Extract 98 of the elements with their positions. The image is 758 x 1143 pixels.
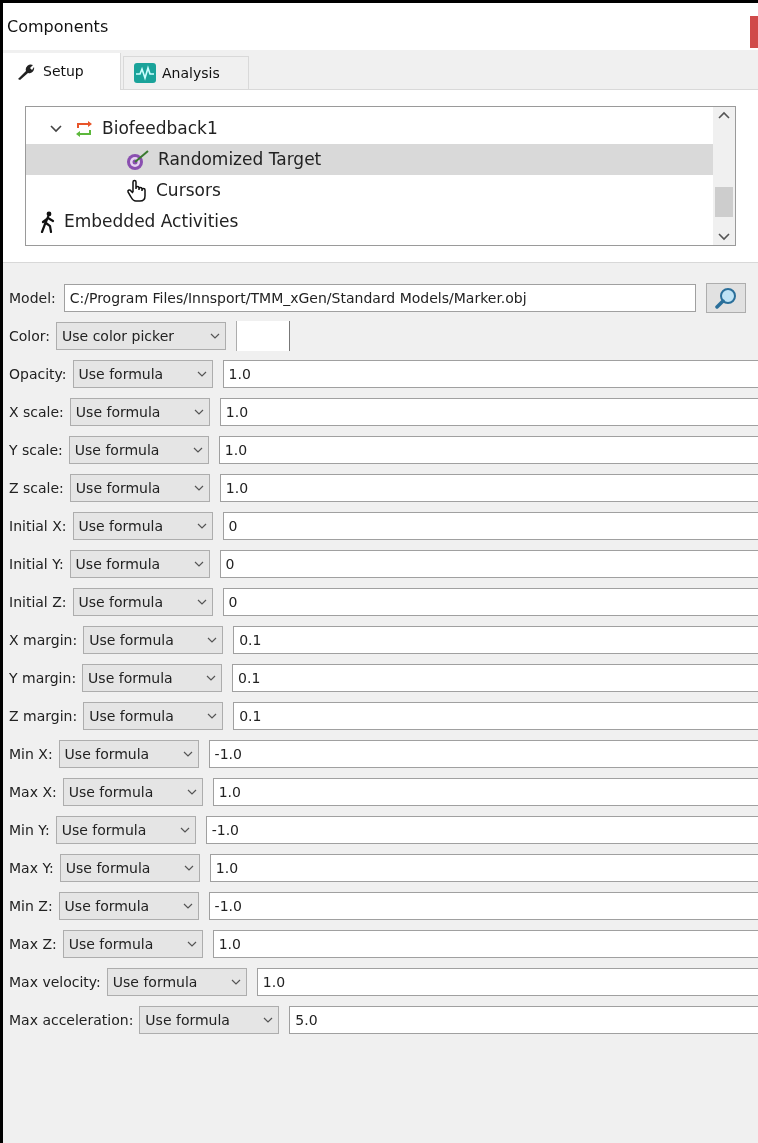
- mode-dropdown[interactable]: Use formula: [69, 550, 210, 578]
- value-field[interactable]: 1.0: [219, 398, 758, 426]
- caret-icon: [263, 1017, 274, 1023]
- mode-dropdown[interactable]: Use color picker: [56, 322, 227, 350]
- mode-dropdown[interactable]: Use formula: [58, 740, 199, 768]
- caret-icon: [186, 789, 197, 795]
- tab[interactable]: Analysis: [123, 56, 249, 89]
- field-label: Y scale:: [9, 440, 63, 460]
- mode-dropdown[interactable]: Use formula: [55, 816, 196, 844]
- field-label: Max X:: [9, 782, 57, 802]
- field-label: Max Z:: [9, 934, 57, 954]
- wrench-icon: [17, 63, 35, 80]
- value-field[interactable]: 5.0: [289, 1006, 758, 1034]
- caret-icon: [183, 865, 194, 871]
- target-icon: [126, 148, 150, 171]
- color-swatch-button[interactable]: [236, 321, 291, 351]
- caret-icon: [193, 485, 204, 491]
- mode-dropdown[interactable]: Use formula: [72, 588, 213, 616]
- value-field[interactable]: 0.1: [232, 664, 758, 692]
- caret-icon: [186, 941, 197, 947]
- walking-person-icon: [40, 210, 56, 233]
- scroll-up-icon[interactable]: [718, 111, 730, 119]
- mode-dropdown[interactable]: Use formula: [62, 778, 203, 806]
- mode-dropdown[interactable]: Use formula: [82, 664, 223, 692]
- tree-item[interactable]: Biofeedback1: [26, 113, 713, 144]
- tree-item[interactable]: Cursors: [26, 175, 713, 206]
- field-label: Min Z:: [9, 896, 53, 916]
- caret-icon: [210, 333, 221, 339]
- value-field[interactable]: 0.1: [233, 626, 758, 654]
- field-label: Max acceleration:: [9, 1010, 134, 1030]
- field-label: X margin:: [9, 630, 78, 650]
- value-field[interactable]: 1.0: [212, 930, 758, 958]
- tab[interactable]: Setup: [3, 53, 121, 90]
- caret-icon: [193, 561, 204, 567]
- value-field[interactable]: 0: [222, 512, 758, 540]
- field-label: Model:: [9, 288, 56, 308]
- caret-icon: [196, 599, 207, 605]
- caret-icon: [193, 409, 204, 415]
- mode-dropdown[interactable]: Use formula: [139, 1006, 280, 1034]
- caret-icon: [182, 903, 193, 909]
- caret-icon: [182, 751, 193, 757]
- scrollbar[interactable]: [713, 107, 735, 245]
- caret-icon: [196, 523, 207, 529]
- caret-icon: [206, 675, 217, 681]
- mode-dropdown[interactable]: Use formula: [59, 854, 200, 882]
- value-field[interactable]: 0: [222, 588, 758, 616]
- scroll-thumb[interactable]: [715, 187, 733, 217]
- field-label: Z margin:: [9, 706, 78, 726]
- field-label: Min Y:: [9, 820, 50, 840]
- caret-icon: [207, 713, 218, 719]
- value-field[interactable]: 1.0: [256, 968, 758, 996]
- value-field[interactable]: 1.0: [218, 436, 758, 464]
- mode-dropdown[interactable]: Use formula: [69, 398, 210, 426]
- caret-icon: [207, 637, 218, 643]
- value-field[interactable]: 1.0: [219, 474, 758, 502]
- mode-dropdown[interactable]: Use formula: [72, 512, 213, 540]
- chevron-down-icon[interactable]: [50, 124, 62, 133]
- scroll-down-icon[interactable]: [718, 233, 730, 241]
- model-path-field[interactable]: C:/Program Files/Innsport/TMM_xGen/Standard Models/Marker.obj: [63, 284, 696, 312]
- tree-item[interactable]: Embedded Activities: [26, 206, 713, 237]
- value-field[interactable]: 1.0: [222, 360, 758, 388]
- caret-icon: [192, 447, 203, 453]
- value-field[interactable]: 0: [219, 550, 758, 578]
- field-label: Y margin:: [9, 668, 77, 688]
- mode-dropdown[interactable]: Use formula: [72, 360, 213, 388]
- field-label: Opacity:: [9, 364, 67, 384]
- caret-icon: [196, 371, 207, 377]
- pointer-hand-icon: [126, 178, 148, 203]
- caret-icon: [230, 979, 241, 985]
- field-label: Z scale:: [9, 478, 64, 498]
- field-label: Color:: [9, 326, 51, 346]
- mode-dropdown[interactable]: Use formula: [83, 702, 224, 730]
- mode-dropdown[interactable]: Use formula: [106, 968, 247, 996]
- mode-dropdown[interactable]: Use formula: [83, 626, 224, 654]
- mode-dropdown[interactable]: Use formula: [69, 474, 210, 502]
- value-field[interactable]: 0.1: [233, 702, 758, 730]
- search-icon: [714, 287, 737, 309]
- field-label: Max Y:: [9, 858, 54, 878]
- field-label: Initial X:: [9, 516, 67, 536]
- tree-item[interactable]: Randomized Target: [26, 144, 713, 175]
- field-label: Min X:: [9, 744, 53, 764]
- mode-dropdown[interactable]: Use formula: [68, 436, 209, 464]
- window-title: Components: [7, 15, 109, 38]
- value-field[interactable]: -1.0: [208, 740, 758, 768]
- cycle-icon: [74, 119, 94, 138]
- value-field[interactable]: -1.0: [208, 892, 758, 920]
- waveform-icon: [134, 63, 156, 83]
- caret-icon: [179, 827, 190, 833]
- field-label: X scale:: [9, 402, 64, 422]
- value-field[interactable]: 1.0: [209, 854, 758, 882]
- value-field[interactable]: -1.0: [205, 816, 758, 844]
- browse-button[interactable]: [705, 283, 746, 313]
- mode-dropdown[interactable]: Use formula: [62, 930, 203, 958]
- field-label: Initial Z:: [9, 592, 67, 612]
- field-label: Initial Y:: [9, 554, 64, 574]
- value-field[interactable]: 1.0: [212, 778, 758, 806]
- mode-dropdown[interactable]: Use formula: [58, 892, 199, 920]
- field-label: Max velocity:: [9, 972, 101, 992]
